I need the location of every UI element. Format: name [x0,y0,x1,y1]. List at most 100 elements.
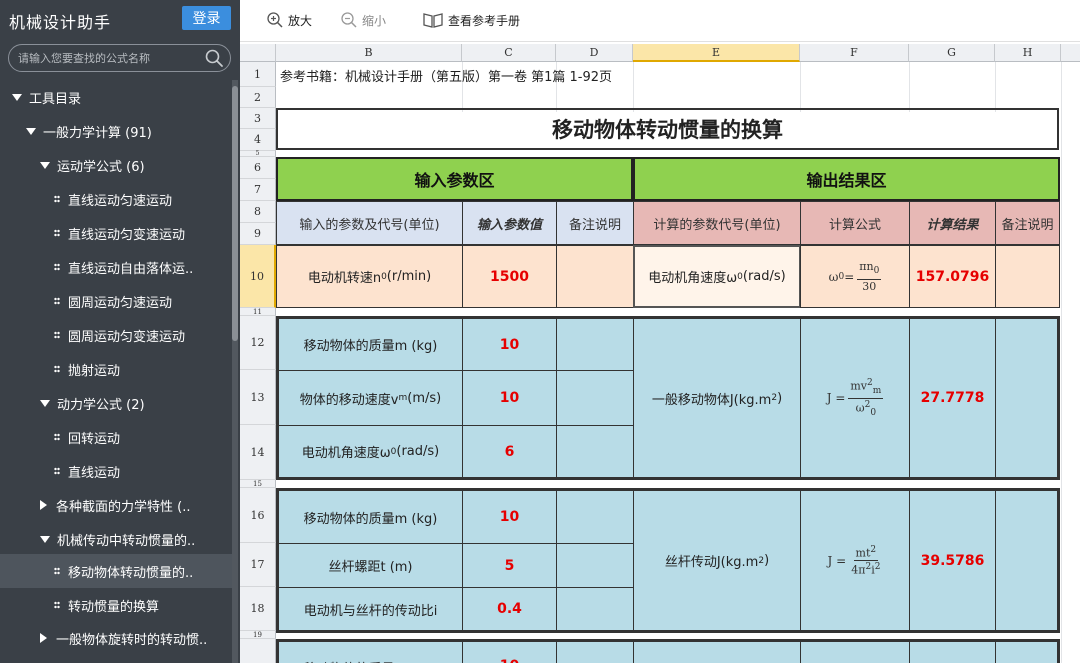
tree-item-i2[interactable]: 转动惯量的换算 [0,588,232,622]
leaf-dots-icon [54,331,60,339]
tree-item-i1[interactable]: 移动物体转动惯量的.. [0,554,232,588]
omega-input[interactable]: 6 [462,425,557,478]
mass-input-2[interactable]: 10 [462,490,557,544]
output-area-header: 输出结果区 [633,157,1060,201]
label-unit: (m/s) [407,390,442,406]
tree-item-label: 回转运动 [68,431,121,447]
row-header[interactable]: 9 [240,223,276,245]
row-header[interactable]: 2 [240,87,276,108]
row-header[interactable]: 10 [240,245,276,308]
row-header[interactable]: 12 [240,316,276,370]
angular-velocity-note[interactable] [995,245,1060,308]
select-all-corner[interactable] [240,44,276,62]
leaf-dots-icon [54,567,60,575]
screw-pitch-note[interactable] [556,543,634,588]
tree-item-d2[interactable]: 直线运动 [0,454,232,488]
label-unit: (rad/s) [396,444,440,459]
screw-inertia-note[interactable] [995,490,1058,631]
row-header[interactable]: 13 [240,370,276,425]
mass-input[interactable]: 10 [462,318,557,371]
tree-item-k6[interactable]: 抛射运动 [0,352,232,386]
tree-item-kinematics[interactable]: 运动学公式 (6) [0,148,232,182]
row-header[interactable]: 4 [240,129,276,151]
column-header-d[interactable]: D [556,44,633,62]
tree-item-d1[interactable]: 回转运动 [0,420,232,454]
general-inertia-note[interactable] [995,318,1058,478]
output-note-col-header: 备注说明 [995,201,1060,245]
tree-item-label: 各种截面的力学特性 (.. [56,499,191,515]
row-header[interactable]: 15 [240,480,276,488]
login-button[interactable]: 登录 [182,6,231,30]
tree-item-sections[interactable]: 各种截面的力学特性 (.. [0,488,232,522]
column-header-h[interactable]: H [995,44,1061,62]
mass-note-2[interactable] [556,490,634,544]
tree-item-k4[interactable]: 圆周运动匀速运动 [0,284,232,318]
row-header[interactable]: 1 [240,62,276,87]
row-header[interactable]: 16 [240,488,276,543]
general-inertia-label: 一般移动物体J(kg.m 2) [633,318,801,478]
screw-pitch-input[interactable]: 5 [462,543,557,588]
row-header[interactable]: 6 [240,157,276,179]
tree-item-label: 机械传动中转动惯量的.. [57,533,196,549]
motor-speed-input[interactable]: 1500 [462,245,557,308]
tree-item-k5[interactable]: 圆周运动匀变速运动 [0,318,232,352]
input-param-col-header: 输入的参数及代号(单位) [276,201,463,245]
sidebar: 机械设计助手 登录 工具目录 一般力学计算 (91) 运动学公式 (6) [0,0,240,663]
velocity-note[interactable] [556,370,634,426]
formula-eq: = [844,269,855,284]
mass-label: 移动物体的质量m (kg) [278,318,463,371]
manual-button[interactable]: 查看参考手册 [422,9,520,31]
search-input[interactable] [18,49,203,67]
motor-speed-label: 电动机转速n 0 (r/min) [276,245,463,308]
row-header[interactable]: 14 [240,425,276,480]
row-header[interactable]: 19 [240,631,276,639]
tree-item-k2[interactable]: 直线运动匀变速运动 [0,216,232,250]
denominator-sub: 0 [870,407,877,418]
row-header[interactable]: 17 [240,543,276,587]
leaf-dots-icon [54,229,60,237]
formula-fraction: mv2m ω20 [848,377,884,420]
mass-note-3[interactable] [556,641,634,663]
tree-item-general[interactable]: 一般力学计算 (91) [0,114,232,148]
tree-item-dynamics[interactable]: 动力学公式 (2) [0,386,232,420]
angular-velocity-label[interactable]: 电动机角速度ω 0 (rad/s) [633,245,801,308]
row-header[interactable]: 11 [240,308,276,316]
search-icon[interactable] [204,48,224,68]
mass-note[interactable] [556,318,634,371]
next-note[interactable] [995,641,1058,663]
velocity-input[interactable]: 10 [462,370,557,426]
input-value-col-header: 输入参数值 [462,201,557,245]
zoom-in-button[interactable]: 放大 [266,9,312,31]
numerator-sub: 0 [873,266,880,277]
label-text: 丝杆传动J(kg.m [664,555,759,570]
ratio-input[interactable]: 0.4 [462,587,557,631]
column-header-c[interactable]: C [462,44,556,62]
row-header[interactable]: 7 [240,179,276,201]
tree-item-rotating[interactable]: 一般物体旋转时的转动惯.. [0,621,232,655]
app-title: 机械设计助手 [9,13,112,32]
ratio-note[interactable] [556,587,634,631]
column-header-b[interactable]: B [276,44,462,62]
sidebar-scrollbar-thumb[interactable] [232,86,238,341]
row-header[interactable]: 18 [240,587,276,631]
input-area-header: 输入参数区 [276,157,633,201]
tree-item-root[interactable]: 工具目录 [0,80,232,114]
mass-input-3[interactable]: 10 [462,641,557,663]
zoom-out-button[interactable]: 缩小 [340,9,386,31]
row-header[interactable]: 8 [240,201,276,223]
column-header-f[interactable]: F [800,44,909,62]
row-header[interactable]: 3 [240,108,276,129]
manual-label: 查看参考手册 [448,13,521,28]
expand-arrow-icon [40,399,50,407]
velocity-label: 物体的移动速度v m (m/s) [278,370,463,426]
tree-item-k3[interactable]: 直线运动自由落体运.. [0,250,232,284]
grid-line [995,62,996,112]
formula-numerator: πn0 [857,260,882,280]
omega-note[interactable] [556,425,634,478]
leaf-dots-icon [54,365,60,373]
motor-speed-note[interactable] [556,245,634,308]
column-header-g[interactable]: G [909,44,995,62]
tree-item-k1[interactable]: 直线运动匀速运动 [0,182,232,216]
column-header-e[interactable]: E [633,44,800,62]
tree-item-inertia-group[interactable]: 机械传动中转动惯量的.. [0,522,232,556]
